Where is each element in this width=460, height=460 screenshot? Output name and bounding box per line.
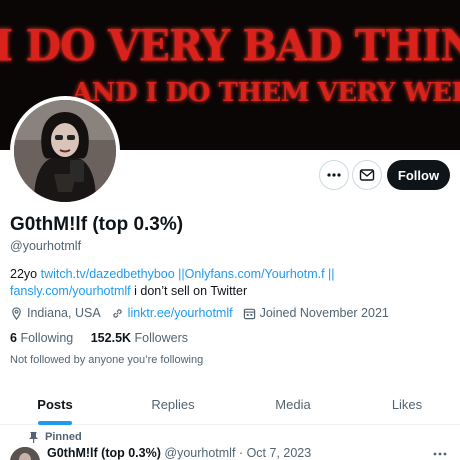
pin-icon	[29, 432, 38, 443]
follow-counts: 6 Following 152.5K Followers	[10, 331, 202, 345]
mail-icon	[359, 169, 375, 181]
post-date[interactable]: Oct 7, 2023	[247, 446, 312, 460]
pinned-label: Pinned	[28, 431, 82, 443]
profile-tabs: Posts Replies Media Likes	[0, 383, 460, 425]
followers-count: 152.5K	[90, 331, 132, 345]
calendar-icon	[243, 308, 255, 319]
post-author-name[interactable]: G0thM!lf (top 0.3%)	[47, 446, 161, 460]
banner-text-line1: I DO VERY BAD THINGS	[0, 20, 460, 72]
more-options-button[interactable]	[319, 160, 349, 190]
active-tab-indicator	[38, 421, 72, 425]
location-item: Indiana, USA	[10, 306, 101, 320]
tab-replies[interactable]: Replies	[118, 383, 228, 425]
tab-posts[interactable]: Posts	[0, 383, 110, 425]
banner-text-line2: AND I DO THEM VERY WELL	[72, 78, 460, 108]
tab-media[interactable]: Media	[238, 383, 348, 425]
website-link[interactable]: linktr.ee/yourhotmlf	[128, 306, 233, 320]
followers-link[interactable]: 152.5K Followers	[91, 331, 188, 345]
location-icon	[12, 306, 21, 320]
following-link[interactable]: 6 Following	[10, 331, 73, 345]
bio-link-twitch-onlyfans[interactable]: twitch.tv/dazedbethyboo ||Onlyfans.com/Y…	[41, 267, 335, 281]
follow-button[interactable]: Follow	[387, 160, 450, 190]
post-separator: ·	[238, 446, 244, 460]
joined-item: Joined November 2021	[243, 306, 389, 320]
not-followed-notice: Not followed by anyone you’re following	[10, 354, 204, 366]
post-author-handle[interactable]: @yourhotmlf	[164, 446, 235, 460]
display-name: G0thM!lf (top 0.3%)	[10, 214, 184, 235]
more-icon	[433, 452, 447, 456]
profile-meta: Indiana, USA linktr.ee/yourhotmlf Joined…	[10, 306, 399, 320]
message-button[interactable]	[352, 160, 382, 190]
profile-bio: 22yo twitch.tv/dazedbethyboo ||Onlyfans.…	[10, 266, 450, 300]
post-author-avatar[interactable]	[10, 447, 40, 460]
link-icon	[113, 308, 122, 318]
joined-text: Joined November 2021	[259, 306, 389, 320]
post-header: G0thM!lf (top 0.3%) @yourhotmlf · Oct 7,…	[47, 446, 311, 460]
pinned-text: Pinned	[45, 431, 82, 443]
bio-link-fansly[interactable]: fansly.com/yourhotmlf	[10, 284, 131, 298]
more-icon	[327, 173, 341, 177]
post-more-button[interactable]	[432, 446, 448, 460]
bio-text-suffix: i don’t sell on Twitter	[130, 284, 248, 298]
tab-likes[interactable]: Likes	[352, 383, 460, 425]
profile-avatar[interactable]	[10, 96, 120, 206]
following-label: Following	[20, 331, 74, 345]
location-text: Indiana, USA	[27, 306, 101, 320]
bio-text: 22yo	[10, 267, 41, 281]
following-count: 6	[10, 331, 17, 345]
followers-label: Followers	[134, 331, 189, 345]
website-item[interactable]: linktr.ee/yourhotmlf	[111, 306, 233, 320]
user-handle: @yourhotmlf	[10, 239, 82, 253]
